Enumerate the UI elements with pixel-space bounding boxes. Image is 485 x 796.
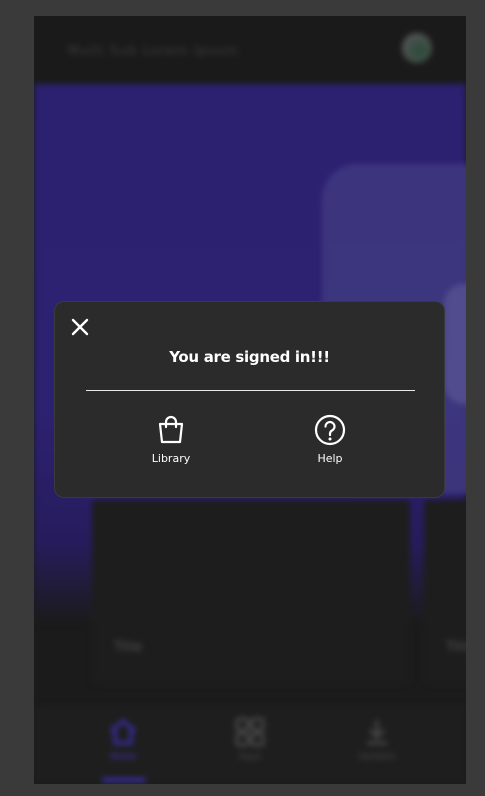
avatar[interactable]: [402, 33, 432, 63]
help-label: Help: [317, 452, 343, 465]
download-icon: [367, 720, 387, 745]
dialog-message: You are signed in!!!: [169, 348, 330, 366]
card-title: Title: [446, 640, 466, 655]
help-button[interactable]: Help: [290, 414, 370, 465]
content-card[interactable]: Title: [92, 500, 410, 685]
signed-in-dialog: You are signed in!!! Library Help: [54, 301, 445, 498]
bottom-navigation: Home Apps Updates: [34, 706, 466, 784]
shopping-bag-icon: [158, 415, 184, 444]
hero-illustration-accent: [444, 284, 466, 404]
nav-item-apps[interactable]: Apps: [215, 716, 285, 776]
library-label: Library: [151, 452, 191, 465]
divider: [86, 390, 415, 391]
library-button[interactable]: Library: [131, 414, 211, 465]
app-title: Multi Sub Lorem Ipsum: [68, 44, 239, 59]
active-indicator: [102, 778, 146, 782]
close-icon[interactable]: [69, 316, 91, 338]
card-title: Title: [114, 640, 142, 655]
home-icon: [110, 719, 136, 745]
nav-item-updates[interactable]: Updates: [342, 716, 412, 776]
top-bar: Multi Sub Lorem Ipsum: [34, 16, 466, 84]
apps-icon: [235, 717, 265, 747]
nav-item-home[interactable]: Home: [88, 716, 158, 782]
content-card[interactable]: Title: [424, 500, 466, 685]
help-circle-icon: [314, 414, 346, 446]
nav-label: Apps: [238, 752, 262, 762]
nav-label: Home: [109, 752, 137, 762]
nav-label: Updates: [358, 752, 396, 762]
